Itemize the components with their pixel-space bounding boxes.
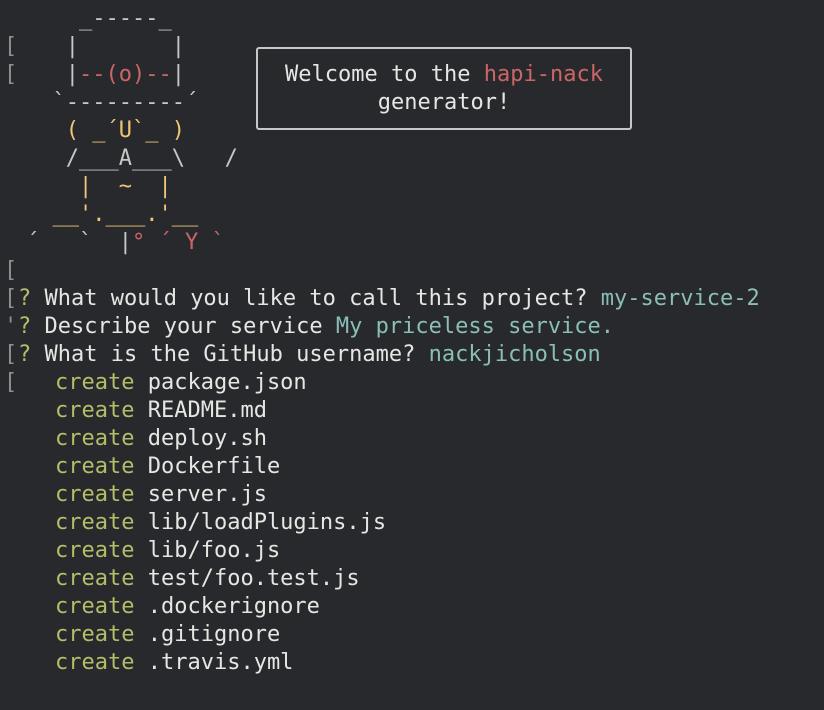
- create-label: create: [55, 454, 135, 479]
- left-edge-mark: [: [4, 370, 18, 395]
- file-path: server.js: [147, 482, 267, 507]
- art-row: ´ ` |° ´ Y `: [26, 230, 225, 255]
- create-label: create: [55, 594, 135, 619]
- welcome-prefix: Welcome to the: [285, 62, 484, 87]
- file-path: test/foo.test.js: [147, 566, 360, 591]
- create-line: create Dockerfile: [55, 453, 280, 481]
- file-path: deploy.sh: [147, 426, 267, 451]
- prompt-answer: my-service-2: [600, 286, 760, 311]
- create-label: create: [55, 398, 135, 423]
- art-row: ( _´U`_ ): [26, 118, 185, 143]
- prompt-question: Describe your service: [31, 314, 336, 339]
- prompt-line: ? What is the GitHub username? nackjicho…: [18, 341, 601, 369]
- create-label: create: [55, 370, 135, 395]
- create-line: create README.md: [55, 397, 267, 425]
- prompt-answer: My priceless service.: [335, 314, 615, 339]
- create-line: create lib/foo.js: [55, 537, 280, 565]
- question-mark-icon: ?: [18, 342, 32, 367]
- file-path: README.md: [147, 398, 267, 423]
- art-row: `---------´: [26, 90, 199, 115]
- create-line: create lib/loadPlugins.js: [55, 509, 386, 537]
- create-line: create .travis.yml: [55, 649, 293, 677]
- create-line: create test/foo.test.js: [55, 565, 360, 593]
- file-path: package.json: [147, 370, 307, 395]
- left-edge-mark: [: [4, 34, 18, 59]
- create-line: create .gitignore: [55, 621, 280, 649]
- welcome-bubble: Welcome to the hapi-nack generator!: [256, 47, 632, 130]
- art-row: _-----_: [26, 6, 172, 31]
- create-label: create: [55, 650, 135, 675]
- art-row: | ~ |: [26, 174, 172, 199]
- create-label: create: [55, 622, 135, 647]
- create-label: create: [55, 510, 135, 535]
- left-edge-mark: [: [4, 286, 18, 311]
- left-edge-mark: ': [4, 314, 18, 339]
- terminal-window[interactable]: [ [ [ [ ' [ [ _-----_ | | |--(o)--| `---…: [0, 0, 824, 710]
- art-row: __'.___.'__: [26, 202, 199, 227]
- art-row: |--(o)--|: [26, 62, 185, 87]
- create-label: create: [55, 538, 135, 563]
- file-path: lib/loadPlugins.js: [147, 510, 387, 535]
- file-path: Dockerfile: [147, 454, 281, 479]
- art-row: /___A___\ /: [26, 146, 238, 171]
- file-path: .travis.yml: [147, 650, 294, 675]
- file-path: .dockerignore: [147, 594, 320, 619]
- prompt-line: ? Describe your service My priceless ser…: [18, 313, 614, 341]
- question-mark-icon: ?: [18, 314, 32, 339]
- create-label: create: [55, 426, 135, 451]
- create-line: create deploy.sh: [55, 425, 267, 453]
- prompt-question: What would you like to call this project…: [31, 286, 601, 311]
- file-path: .gitignore: [147, 622, 281, 647]
- prompt-question: What is the GitHub username?: [31, 342, 429, 367]
- create-line: create server.js: [55, 481, 267, 509]
- art-row: | |: [26, 34, 185, 59]
- file-path: lib/foo.js: [147, 538, 281, 563]
- create-label: create: [55, 482, 135, 507]
- prompt-answer: nackjicholson: [428, 342, 601, 367]
- question-mark-icon: ?: [18, 286, 32, 311]
- create-line: create package.json: [55, 369, 307, 397]
- create-line: create .dockerignore: [55, 593, 320, 621]
- generator-name: hapi-nack: [483, 62, 603, 87]
- create-label: create: [55, 566, 135, 591]
- left-edge-mark: [: [4, 258, 18, 283]
- prompt-line: ? What would you like to call this proje…: [18, 285, 760, 313]
- welcome-line-2: generator!: [377, 90, 511, 115]
- left-edge-mark: [: [4, 62, 18, 87]
- left-edge-mark: [: [4, 342, 18, 367]
